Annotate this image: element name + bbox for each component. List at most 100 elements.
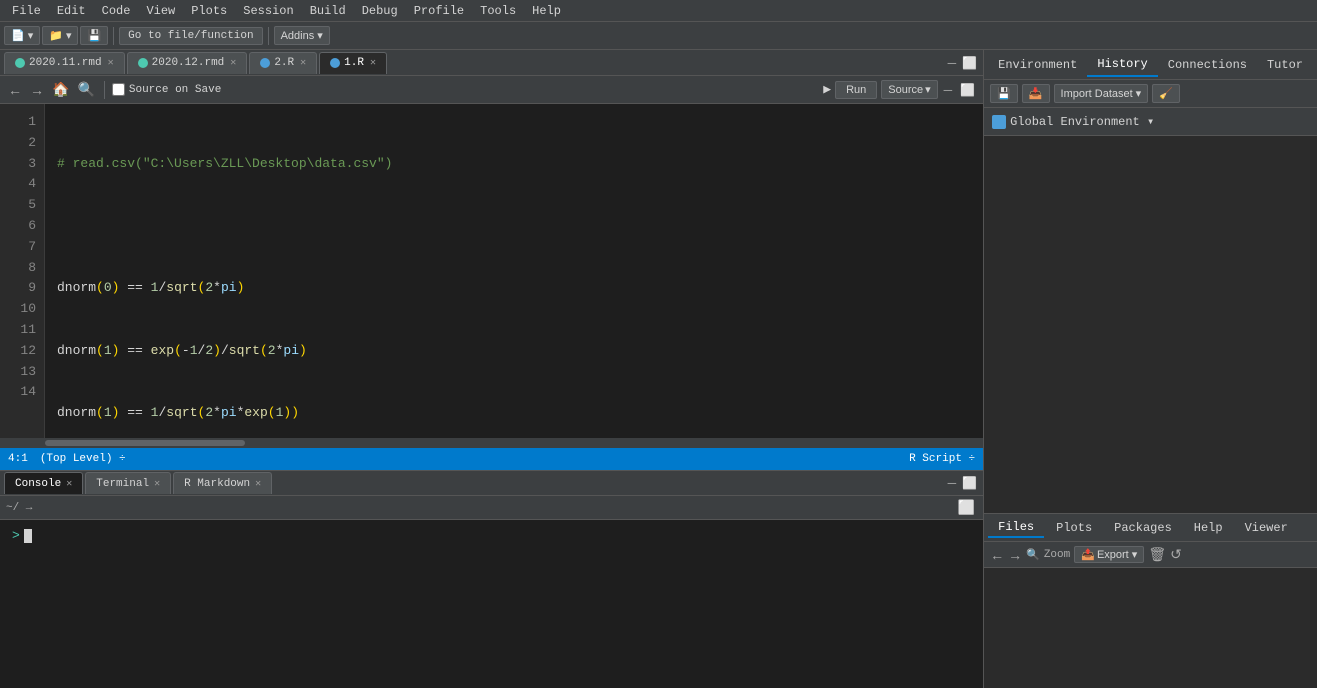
source-label: Source <box>888 84 923 96</box>
menu-profile[interactable]: Profile <box>406 2 472 20</box>
terminal-tab-label: Terminal <box>96 478 149 490</box>
console-minimize-button[interactable]: ─ <box>946 476 959 490</box>
tab-label-1: 2020.11.rmd <box>29 57 102 69</box>
run-button[interactable]: Run <box>835 81 877 99</box>
nav-forward-button[interactable]: → <box>28 82 46 98</box>
tab-close-2[interactable]: ✕ <box>230 57 236 69</box>
main-layout: 2020.11.rmd ✕ 2020.12.rmd ✕ 2.R ✕ 1.R ✕ <box>0 50 1317 688</box>
load-env-icon: 📥 <box>1029 87 1043 100</box>
line-numbers: 1 2 3 4 5 6 7 8 9 10 11 12 13 14 <box>0 104 45 438</box>
line-num-9: 9 <box>0 278 44 299</box>
save-icon: 💾 <box>87 29 101 42</box>
console-tab-console[interactable]: Console ✕ <box>4 472 83 494</box>
main-toolbar: 📄 ▾ 📁 ▾ 💾 Go to file/function Addins ▾ <box>0 22 1317 50</box>
console-tab-bar: Console ✕ Terminal ✕ R Markdown ✕ ─ ⬜ <box>0 470 983 496</box>
console-tab-terminal[interactable]: Terminal ✕ <box>85 472 171 494</box>
menu-view[interactable]: View <box>138 2 183 20</box>
save-environment-button[interactable]: 💾 <box>990 84 1018 103</box>
console-expand-button[interactable]: ⬜ <box>956 499 977 516</box>
editor-minimize-button[interactable]: ─ <box>946 56 959 70</box>
terminal-tab-close[interactable]: ✕ <box>154 478 160 490</box>
menu-edit[interactable]: Edit <box>49 2 94 20</box>
console-path: ~/ → <box>6 502 32 514</box>
console-maximize-button[interactable]: ⬜ <box>960 476 979 490</box>
console-tab-rmarkdown[interactable]: R Markdown ✕ <box>173 472 272 494</box>
console-tab-close[interactable]: ✕ <box>66 478 72 490</box>
save-button[interactable]: 💾 <box>80 26 108 45</box>
tab-icon-4 <box>330 58 340 68</box>
menu-file[interactable]: File <box>4 2 49 20</box>
tab-2020-11-rmd[interactable]: 2020.11.rmd ✕ <box>4 52 125 74</box>
clear-env-button[interactable]: 🧹 <box>1152 84 1180 103</box>
new-file-icon: 📄 <box>11 29 25 42</box>
tab-icon-2 <box>138 58 148 68</box>
tab-2020-12-rmd[interactable]: 2020.12.rmd ✕ <box>127 52 248 74</box>
save-env-icon: 💾 <box>997 87 1011 100</box>
export-label: Export ▾ <box>1097 548 1137 561</box>
line-num-11: 11 <box>0 320 44 341</box>
line-num-6: 6 <box>0 216 44 237</box>
tab-close-1[interactable]: ✕ <box>108 57 114 69</box>
packages-tab-label: Packages <box>1114 521 1172 535</box>
toolbar-separator-2 <box>268 27 269 45</box>
code-line-5: dnorm(1) == 1/sqrt(2*pi*exp(1)) <box>57 403 971 424</box>
env-icon <box>992 115 1006 129</box>
tab-1-r[interactable]: 1.R ✕ <box>319 52 387 74</box>
plots-back-button[interactable]: ← <box>990 547 1004 563</box>
tab-close-3[interactable]: ✕ <box>300 57 306 69</box>
open-file-button[interactable]: 📁 ▾ <box>42 26 78 45</box>
rmarkdown-tab-close[interactable]: ✕ <box>255 478 261 490</box>
zoom-icon: 🔍 <box>1026 548 1040 562</box>
tab-close-4[interactable]: ✕ <box>370 57 376 69</box>
console-content[interactable]: > <box>0 520 983 688</box>
right-bottom-tab-plots[interactable]: Plots <box>1046 519 1102 537</box>
line-num-12: 12 <box>0 341 44 362</box>
right-tab-tutor[interactable]: Tutor <box>1257 54 1313 76</box>
code-editor[interactable]: 1 2 3 4 5 6 7 8 9 10 11 12 13 14 # read.… <box>0 104 983 438</box>
right-bottom-tab-packages[interactable]: Packages <box>1104 519 1182 537</box>
nav-back-button[interactable]: ← <box>6 82 24 98</box>
nav-home-button[interactable]: 🏠 <box>50 81 71 98</box>
plots-delete-button[interactable]: 🗑 <box>1148 546 1166 563</box>
load-environment-button[interactable]: 📥 <box>1022 84 1050 103</box>
nav-search-button[interactable]: 🔍 <box>75 81 96 98</box>
editor-maximize-button[interactable]: ⬜ <box>960 56 979 70</box>
new-file-button[interactable]: 📄 ▾ <box>4 26 40 45</box>
plots-clear-button[interactable]: ↺ <box>1170 546 1182 563</box>
scrollbar-thumb[interactable] <box>45 440 245 446</box>
editor-toolbar: ← → 🏠 🔍 Source on Save ▶ Run Source ▾ ─ <box>0 76 983 104</box>
source-on-save-text: Source on Save <box>129 84 221 96</box>
menu-session[interactable]: Session <box>235 2 301 20</box>
source-on-save-checkbox[interactable] <box>112 83 125 96</box>
menu-build[interactable]: Build <box>302 2 354 20</box>
addins-button[interactable]: Addins ▾ <box>274 26 330 45</box>
source-button[interactable]: Source ▾ <box>881 80 937 99</box>
global-environment-selector[interactable]: Global Environment ▾ <box>984 108 1317 136</box>
panel-maximize-button[interactable]: ⬜ <box>958 83 977 97</box>
plots-forward-button[interactable]: → <box>1008 547 1022 563</box>
tab-2-r[interactable]: 2.R ✕ <box>249 52 317 74</box>
panel-minimize-button[interactable]: ─ <box>942 83 955 97</box>
right-tab-history[interactable]: History <box>1087 53 1157 77</box>
horizontal-scrollbar[interactable] <box>0 438 983 448</box>
goto-field[interactable]: Go to file/function <box>119 27 262 45</box>
line-num-14: 14 <box>0 382 44 403</box>
menu-help[interactable]: Help <box>524 2 569 20</box>
global-env-label: Global Environment ▾ <box>1010 114 1154 129</box>
right-bottom-tab-help[interactable]: Help <box>1184 519 1233 537</box>
right-bottom-tab-files[interactable]: Files <box>988 518 1044 538</box>
right-tab-environment[interactable]: Environment <box>988 54 1087 76</box>
line-num-2: 2 <box>0 133 44 154</box>
right-bottom-toolbar: ← → 🔍 Zoom 📤 Export ▾ 🗑 ↺ <box>984 542 1317 568</box>
export-button[interactable]: 📤 Export ▾ <box>1074 546 1144 563</box>
menu-plots[interactable]: Plots <box>183 2 235 20</box>
goto-label: Go to file/function <box>128 30 253 42</box>
import-dataset-button[interactable]: Import Dataset ▾ <box>1054 84 1149 103</box>
code-content[interactable]: # read.csv("C:\Users\ZLL\Desktop\data.cs… <box>45 104 983 438</box>
menu-debug[interactable]: Debug <box>354 2 406 20</box>
menu-code[interactable]: Code <box>94 2 139 20</box>
right-tab-connections[interactable]: Connections <box>1158 54 1257 76</box>
right-bottom-tab-viewer[interactable]: Viewer <box>1235 519 1298 537</box>
menu-tools[interactable]: Tools <box>472 2 524 20</box>
source-on-save-label[interactable]: Source on Save <box>112 83 221 96</box>
